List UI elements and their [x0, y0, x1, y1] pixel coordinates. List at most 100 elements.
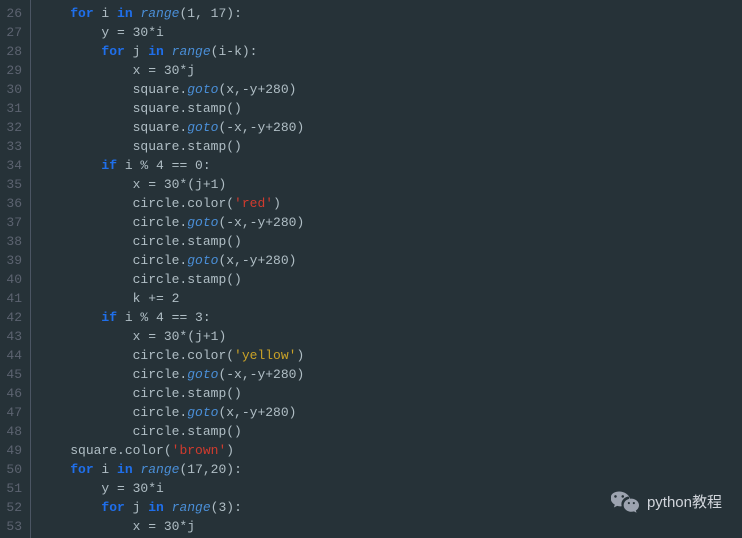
token-fn: range: [172, 44, 211, 59]
line-number: 43: [4, 327, 22, 346]
token-plain: ): [296, 348, 304, 363]
token-plain: (-x,-y+280): [218, 120, 304, 135]
code-line[interactable]: circle.goto(x,-y+280): [39, 251, 742, 270]
code-line[interactable]: square.stamp(): [39, 99, 742, 118]
token-plain: circle.stamp(): [133, 272, 242, 287]
code-line[interactable]: for i in range(17,20):: [39, 460, 742, 479]
line-number: 50: [4, 460, 22, 479]
watermark-text: python教程: [647, 493, 722, 512]
token-plain: square.color(: [70, 443, 171, 458]
line-number: 33: [4, 137, 22, 156]
code-line[interactable]: square.goto(x,-y+280): [39, 80, 742, 99]
token-plain: j: [125, 500, 148, 515]
code-line[interactable]: k += 2: [39, 289, 742, 308]
token-plain: square.stamp(): [133, 101, 242, 116]
token-kw: for: [101, 44, 124, 59]
token-plain: [164, 44, 172, 59]
token-plain: x = 30*(j+1): [133, 329, 227, 344]
code-line[interactable]: circle.stamp(): [39, 384, 742, 403]
token-plain: y = 30*i: [101, 481, 163, 496]
line-number: 30: [4, 80, 22, 99]
code-area[interactable]: for i in range(1, 17): y = 30*i for j in…: [31, 0, 742, 538]
token-plain: (17,20):: [179, 462, 241, 477]
line-number: 29: [4, 61, 22, 80]
code-editor: 2627282930313233343536373839404142434445…: [0, 0, 742, 538]
token-plain: i % 4 == 3:: [117, 310, 211, 325]
token-plain: x = 30*j: [133, 519, 195, 534]
line-number: 26: [4, 4, 22, 23]
token-plain: y = 30*i: [101, 25, 163, 40]
token-plain: x = 30*(j+1): [133, 177, 227, 192]
token-plain: square.: [133, 120, 188, 135]
code-line[interactable]: if i % 4 == 3:: [39, 308, 742, 327]
code-line[interactable]: circle.color('red'): [39, 194, 742, 213]
code-line[interactable]: circle.stamp(): [39, 232, 742, 251]
token-plain: k += 2: [133, 291, 180, 306]
line-number-gutter: 2627282930313233343536373839404142434445…: [0, 0, 30, 538]
token-plain: (3):: [211, 500, 242, 515]
token-plain: (i-k):: [211, 44, 258, 59]
token-plain: (x,-y+280): [218, 405, 296, 420]
code-line[interactable]: circle.stamp(): [39, 422, 742, 441]
line-number: 48: [4, 422, 22, 441]
token-meth: goto: [187, 215, 218, 230]
code-line[interactable]: circle.goto(-x,-y+280): [39, 213, 742, 232]
token-fn: range: [140, 462, 179, 477]
code-line[interactable]: for j in range(i-k):: [39, 42, 742, 61]
line-number: 52: [4, 498, 22, 517]
line-number: 31: [4, 99, 22, 118]
token-plain: (-x,-y+280): [218, 215, 304, 230]
token-kw: in: [148, 500, 164, 515]
token-kw: for: [70, 6, 93, 21]
token-plain: x = 30*j: [133, 63, 195, 78]
token-plain: i % 4 == 0:: [117, 158, 211, 173]
code-line[interactable]: y = 30*i: [39, 23, 742, 42]
code-line[interactable]: for i in range(1, 17):: [39, 4, 742, 23]
code-line[interactable]: x = 30*(j+1): [39, 175, 742, 194]
token-kw: if: [101, 158, 117, 173]
token-str: 'brown': [172, 443, 227, 458]
line-number: 49: [4, 441, 22, 460]
token-plain: circle.stamp(): [133, 386, 242, 401]
line-number: 35: [4, 175, 22, 194]
code-line[interactable]: x = 30*(j+1): [39, 327, 742, 346]
token-plain: j: [125, 44, 148, 59]
code-line[interactable]: circle.goto(-x,-y+280): [39, 365, 742, 384]
line-number: 47: [4, 403, 22, 422]
code-line[interactable]: if i % 4 == 0:: [39, 156, 742, 175]
code-line[interactable]: circle.goto(x,-y+280): [39, 403, 742, 422]
token-plain: i: [94, 6, 117, 21]
token-fn: range: [172, 500, 211, 515]
token-meth: goto: [187, 367, 218, 382]
token-plain: circle.: [133, 253, 188, 268]
token-plain: [164, 500, 172, 515]
code-line[interactable]: circle.stamp(): [39, 270, 742, 289]
token-kw: for: [101, 500, 124, 515]
token-plain: ): [273, 196, 281, 211]
token-plain: circle.: [133, 405, 188, 420]
line-number: 27: [4, 23, 22, 42]
line-number: 38: [4, 232, 22, 251]
code-line[interactable]: square.color('brown'): [39, 441, 742, 460]
line-number: 34: [4, 156, 22, 175]
line-number: 44: [4, 346, 22, 365]
line-number: 28: [4, 42, 22, 61]
code-line[interactable]: x = 30*j: [39, 517, 742, 536]
watermark: python教程: [611, 488, 722, 516]
code-line[interactable]: square.goto(-x,-y+280): [39, 118, 742, 137]
wechat-icon: [611, 488, 639, 516]
token-plain: circle.: [133, 215, 188, 230]
line-number: 36: [4, 194, 22, 213]
token-kw: if: [101, 310, 117, 325]
token-fn: range: [140, 6, 179, 21]
token-plain: (1, 17):: [179, 6, 241, 21]
line-number: 53: [4, 517, 22, 536]
token-str: 'red': [234, 196, 273, 211]
token-meth: goto: [187, 253, 218, 268]
code-line[interactable]: x = 30*j: [39, 61, 742, 80]
token-plain: circle.stamp(): [133, 424, 242, 439]
code-line[interactable]: square.stamp(): [39, 137, 742, 156]
code-line[interactable]: circle.color('yellow'): [39, 346, 742, 365]
line-number: 32: [4, 118, 22, 137]
token-kw: in: [117, 462, 133, 477]
